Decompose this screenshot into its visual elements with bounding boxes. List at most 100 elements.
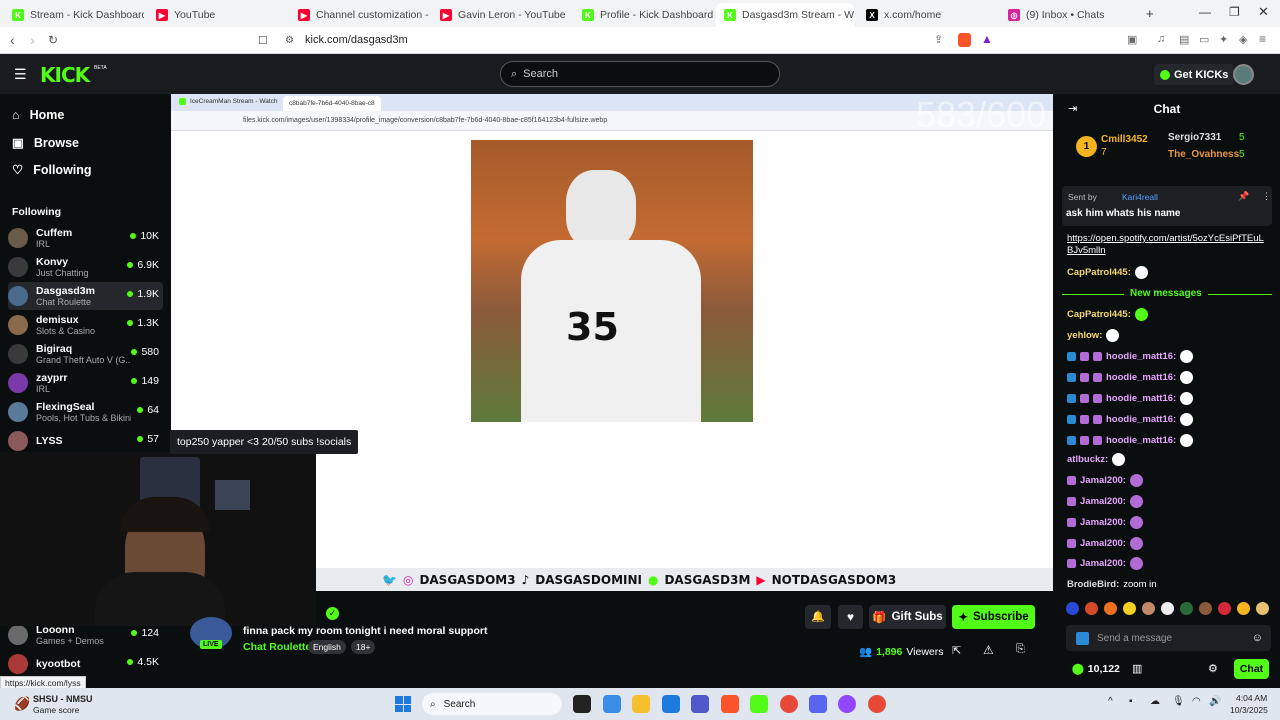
mic-icon[interactable]: 🎙 <box>1172 696 1185 707</box>
browser-tab[interactable]: ▶ YouTube <box>148 3 288 27</box>
top-gifter-2[interactable]: Sergio7331 <box>1168 132 1221 143</box>
browser-tab[interactable]: Xx.com/home <box>858 3 998 27</box>
chat-username[interactable]: Jamal200: <box>1080 558 1126 569</box>
emote-9[interactable] <box>1218 602 1231 615</box>
followed-channel[interactable]: Konvy Just Chatting 6.9K <box>8 253 163 281</box>
followed-channel[interactable]: kyootbot 4.5K <box>8 650 163 678</box>
stream-category[interactable]: Chat Roulette <box>243 641 311 653</box>
followed-channel[interactable]: zayprr IRL 149 <box>8 369 163 397</box>
emote-3[interactable] <box>1104 602 1117 615</box>
back-icon[interactable]: ‹ <box>10 32 15 48</box>
tray-chevron-icon[interactable]: ^ <box>1108 696 1113 707</box>
emote-5[interactable] <box>1142 602 1155 615</box>
browser-tab[interactable]: ▶ Channel customization - YouTu <box>290 3 430 27</box>
browser-tab[interactable]: K Profile - Kick Dashboard <box>574 3 714 27</box>
chat-username[interactable]: CapPatrol445: <box>1067 267 1131 278</box>
emote-4[interactable] <box>1123 602 1136 615</box>
kick-app-icon[interactable] <box>750 695 768 713</box>
volume-icon[interactable]: 🔊 <box>1209 696 1221 707</box>
search-input[interactable]: ⌕ Search <box>500 61 780 87</box>
tag-age[interactable]: 18+ <box>351 640 376 654</box>
send-message-input[interactable]: Send a message ☺ <box>1066 625 1271 651</box>
follow-heart-button[interactable]: ♥ <box>838 605 863 629</box>
chat-username[interactable]: Jamal200: <box>1080 517 1126 528</box>
sidebar-toggle-icon[interactable]: ▣ <box>1127 33 1137 46</box>
chat-username[interactable]: Jamal200: <box>1080 496 1126 507</box>
browser-tab[interactable]: ◎ (9) Inbox • Chats <box>1000 3 1140 27</box>
followed-channel[interactable]: demisux Slots & Casino 1.3K <box>8 311 163 339</box>
chrome-2-icon[interactable] <box>868 695 886 713</box>
chat-settings-icon[interactable]: ⚙ <box>1208 662 1218 675</box>
emote-10[interactable] <box>1237 602 1250 615</box>
more-options-icon[interactable]: ⋮ <box>1262 191 1271 202</box>
gift-subs-button[interactable]: 🎁 Gift Subs <box>869 605 946 629</box>
media-icon[interactable]: ♫ <box>1157 33 1165 45</box>
chat-username[interactable]: hoodie_matt16: <box>1106 414 1176 425</box>
subscribe-button[interactable]: ✦ Subscribe <box>952 605 1035 629</box>
pin-icon[interactable]: 📌 <box>1238 191 1249 202</box>
discord-icon[interactable] <box>809 695 827 713</box>
followed-channel[interactable]: Bigiraq Grand Theft Auto V (G... 580 <box>8 340 163 368</box>
emote-6[interactable] <box>1161 602 1174 615</box>
chrome-icon[interactable] <box>780 695 798 713</box>
top-gifter-1[interactable]: Cmill3452 <box>1101 134 1148 145</box>
brave-icon[interactable] <box>721 695 739 713</box>
file-explorer-icon[interactable] <box>632 695 650 713</box>
maximize-icon[interactable]: ❐ <box>1229 5 1240 19</box>
chat-username[interactable]: yehlow: <box>1067 330 1102 341</box>
chat-identity-icon[interactable] <box>1076 631 1089 645</box>
hamburger-icon[interactable]: ☰ <box>14 66 27 83</box>
browser-tab[interactable]: KDasgasd3m Stream - W✕ <box>716 3 854 27</box>
url-text[interactable]: kick.com/dasgasd3m <box>305 34 408 46</box>
tray-app-icon[interactable]: ▪ <box>1129 696 1133 707</box>
browser-tab[interactable]: ▶ Gavin Leron - YouTube <box>432 3 572 27</box>
emote-8[interactable] <box>1199 602 1212 615</box>
user-avatar[interactable] <box>1233 64 1254 85</box>
clip-icon[interactable]: ⎘ <box>1016 643 1025 656</box>
followed-channel[interactable]: Dasgasd3m Chat Roulette 1.9K <box>8 282 163 310</box>
wifi-icon[interactable]: ◠ <box>1192 696 1201 707</box>
reload-icon[interactable]: ↻ <box>48 33 58 47</box>
chat-username[interactable]: CapPatrol445: <box>1067 309 1131 320</box>
share-icon[interactable]: ⇪ <box>934 33 943 46</box>
chat-username[interactable]: BrodieBird: <box>1067 579 1119 590</box>
forward-icon[interactable]: › <box>30 32 35 48</box>
kick-logo[interactable]: KICK <box>40 63 90 87</box>
tag-language[interactable]: English <box>308 640 346 654</box>
chat-link[interactable]: https://open.spotify.com/artist/5ozYcEsi… <box>1067 233 1267 257</box>
get-kicks-button[interactable]: Get KICKs <box>1154 64 1235 85</box>
close-window-icon[interactable]: ✕ <box>1258 4 1269 20</box>
followed-channel[interactable]: FlexingSeal Pools, Hot Tubs & Bikinis 64 <box>8 398 163 426</box>
nav-following[interactable]: ♡ Following <box>12 162 92 178</box>
top-gifter-3[interactable]: The_Ovahness <box>1168 149 1239 160</box>
emote-11[interactable] <box>1256 602 1269 615</box>
followed-channel[interactable]: Cuffem IRL 10K <box>8 224 163 252</box>
teams-icon[interactable] <box>691 695 709 713</box>
new-tab-icon[interactable]: + <box>1146 6 1154 21</box>
minimize-icon[interactable]: — <box>1199 5 1211 19</box>
bell-icon[interactable]: 🔔 <box>805 605 831 629</box>
bookmark-icon[interactable]: ☐ <box>258 34 268 47</box>
chat-username[interactable]: hoodie_matt16: <box>1106 351 1176 362</box>
reader-icon[interactable]: ▤ <box>1179 33 1189 46</box>
chat-username[interactable]: hoodie_matt16: <box>1106 393 1176 404</box>
vpn-icon[interactable]: ◈ <box>1239 33 1247 46</box>
browser-tab[interactable]: K Stream - Kick Dashboard <box>4 3 144 27</box>
followed-channel[interactable]: LYSS 57 <box>8 427 163 455</box>
report-icon[interactable]: ⚠ <box>983 643 994 657</box>
chat-username[interactable]: Jamal200: <box>1080 475 1126 486</box>
onedrive-icon[interactable]: ☁ <box>1150 696 1160 707</box>
share-stream-icon[interactable]: ⇱ <box>952 644 961 657</box>
weather-notification-icon[interactable]: 🏈 <box>14 696 30 712</box>
chat-send-button[interactable]: Chat <box>1234 659 1269 679</box>
chat-username[interactable]: Jamal200: <box>1080 538 1126 549</box>
store-icon[interactable]: ▥ <box>1132 662 1142 675</box>
pinned-message[interactable]: Sent by Kari4reall 📌 ⋮ ask him whats his… <box>1062 186 1272 226</box>
copilot-icon[interactable] <box>603 695 621 713</box>
emoji-icon[interactable]: ☺ <box>1252 632 1263 644</box>
clock-date[interactable]: 10/3/2025 <box>1230 705 1268 715</box>
chat-username[interactable]: atlbuckz: <box>1067 454 1108 465</box>
obs-icon[interactable] <box>838 695 856 713</box>
chat-username[interactable]: hoodie_matt16: <box>1106 435 1176 446</box>
chat-username[interactable]: hoodie_matt16: <box>1106 372 1176 383</box>
